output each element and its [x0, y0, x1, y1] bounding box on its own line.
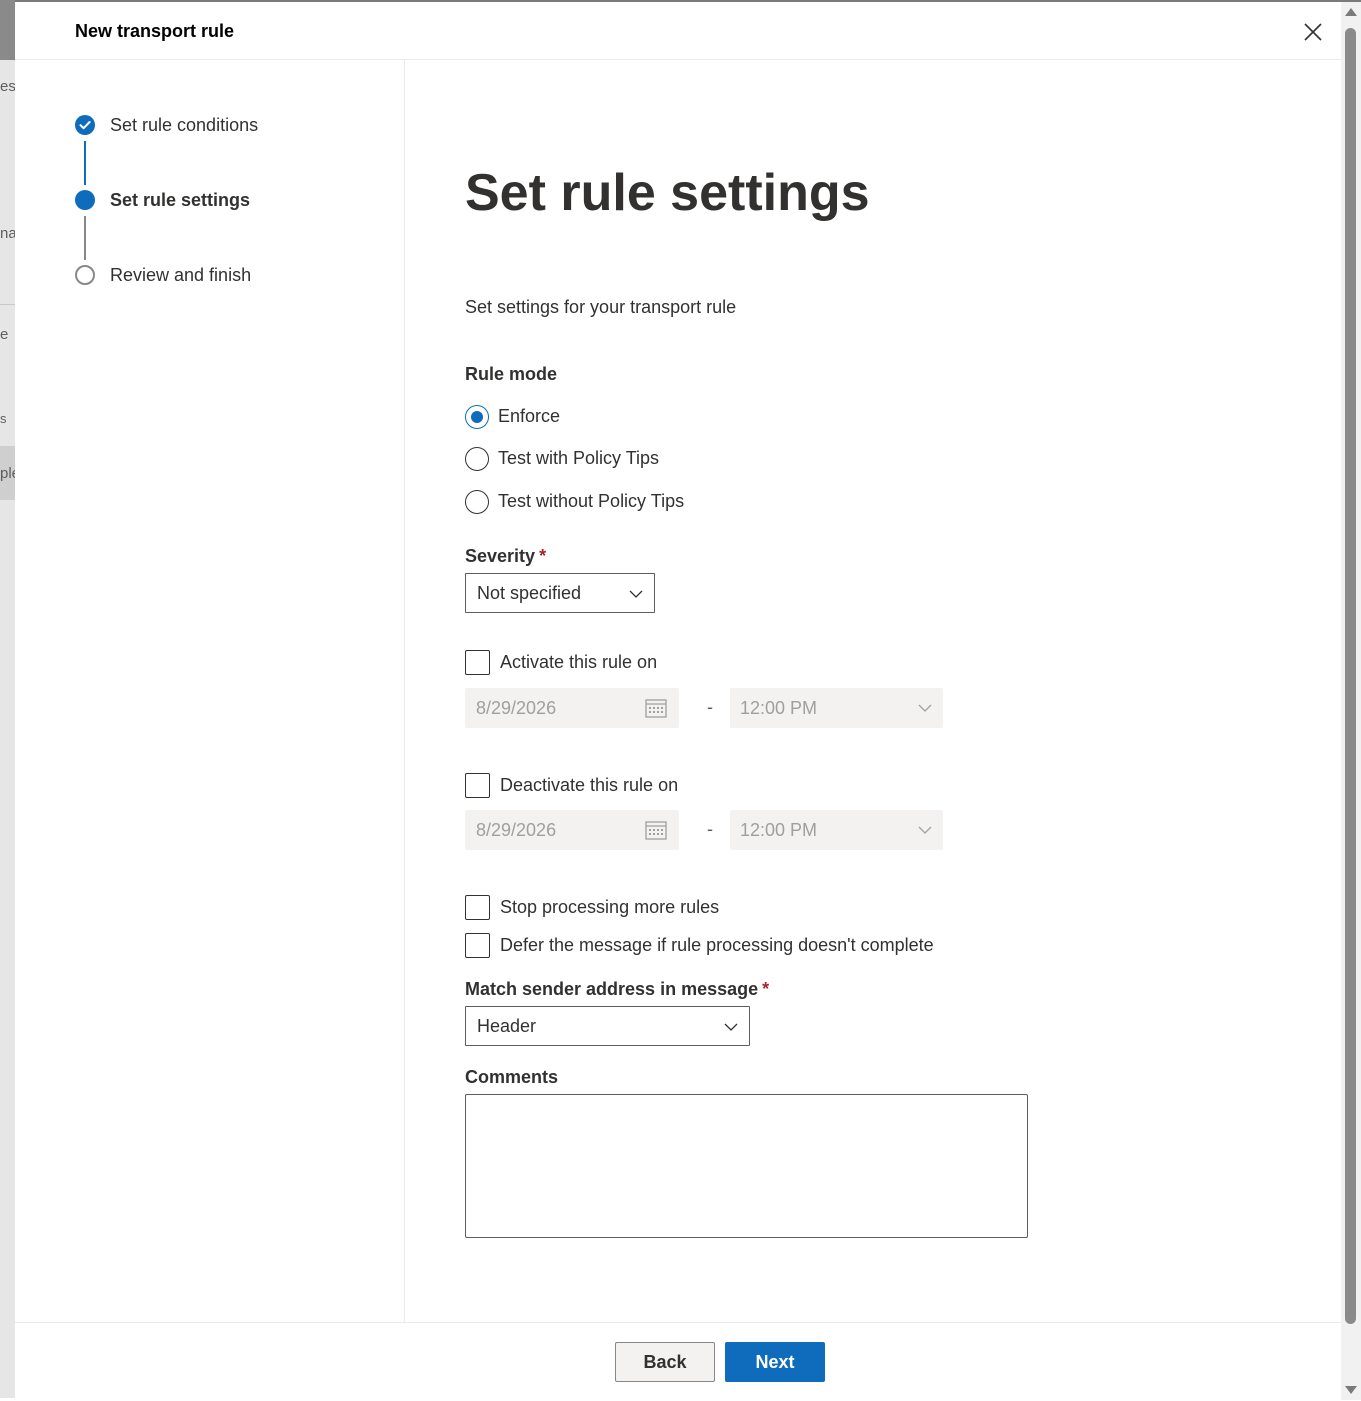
wizard-steps: Set rule conditions Set rule settings Re…	[15, 59, 405, 1322]
date-time-separator: -	[707, 819, 713, 839]
checkmark-circle-icon	[75, 115, 95, 135]
rule-mode-label: Rule mode	[465, 364, 558, 384]
match-sender-dropdown[interactable]: Header	[465, 1006, 750, 1046]
radio-label: Test with Policy Tips	[498, 448, 660, 468]
calendar-icon	[645, 699, 667, 718]
checkbox-label: Activate this rule on	[500, 652, 658, 672]
step-label: Set rule conditions	[110, 115, 259, 135]
match-sender-value: Header	[477, 1016, 537, 1036]
match-sender-label: Match sender address in message *	[465, 979, 769, 1000]
scroll-down-arrow-icon[interactable]	[1345, 1386, 1357, 1394]
background-divider	[0, 304, 15, 305]
chevron-down-icon	[629, 590, 643, 598]
activate-time-value: 12:00 PM	[740, 698, 818, 718]
step-label: Set rule settings	[110, 190, 251, 210]
step-connector	[84, 216, 86, 260]
activate-time-field: 12:00 PM	[730, 688, 943, 728]
deactivate-date-field: 8/29/2026	[465, 810, 679, 850]
panel-header: New transport rule	[15, 2, 1341, 60]
calendar-icon	[645, 821, 667, 840]
background-fragment: es	[0, 78, 15, 95]
back-button[interactable]: Back	[615, 1342, 715, 1382]
checkbox-label: Defer the message if rule processing doe…	[500, 935, 934, 955]
radio-unselected-icon	[465, 490, 489, 514]
panel-footer: Back Next	[15, 1322, 1341, 1401]
next-button[interactable]: Next	[725, 1342, 825, 1382]
activate-date-field: 8/29/2026	[465, 688, 679, 728]
scrollbar-thumb[interactable]	[1345, 28, 1356, 1324]
radio-unselected-icon	[465, 447, 489, 471]
date-time-separator: -	[707, 697, 713, 717]
chevron-down-icon	[918, 704, 932, 712]
severity-value: Not specified	[477, 583, 582, 603]
required-marker: *	[762, 979, 770, 999]
empty-circle-icon	[75, 265, 95, 285]
page-description: Set settings for your transport rule	[465, 297, 737, 317]
radio-label: Test without Policy Tips	[498, 491, 685, 511]
radio-selected-icon	[465, 405, 489, 429]
current-step-dot-icon	[75, 190, 95, 210]
step-connector	[84, 141, 86, 185]
radio-label: Enforce	[498, 406, 561, 426]
severity-dropdown[interactable]: Not specified	[465, 573, 655, 613]
match-sender-label-text: Match sender address in message	[465, 979, 759, 999]
deactivate-time-field: 12:00 PM	[730, 810, 943, 850]
checkbox-box	[465, 895, 490, 920]
activate-date-value: 8/29/2026	[476, 698, 557, 718]
background-page: es na e s ple	[0, 0, 15, 1398]
vertical-scrollbar[interactable]	[1341, 2, 1361, 1400]
severity-label: Severity *	[465, 546, 546, 567]
chevron-down-icon	[724, 1023, 738, 1031]
severity-label-text: Severity	[465, 546, 536, 566]
background-fragment: na	[0, 225, 15, 242]
new-transport-rule-panel: New transport rule Set rule conditions S…	[15, 0, 1361, 1401]
background-header-strip	[0, 0, 15, 60]
close-button[interactable]	[1301, 20, 1325, 44]
background-fragment: s	[0, 411, 7, 426]
checkbox-box	[465, 650, 490, 675]
checkbox-label: Stop processing more rules	[500, 897, 720, 917]
background-fragment: e	[0, 326, 9, 343]
checkbox-label: Deactivate this rule on	[500, 775, 679, 795]
checkbox-box	[465, 933, 490, 958]
comments-textarea[interactable]	[465, 1094, 1028, 1238]
checkbox-box	[465, 773, 490, 798]
step-label: Review and finish	[110, 265, 252, 285]
chevron-down-icon	[918, 826, 932, 834]
deactivate-date-value: 8/29/2026	[476, 820, 557, 840]
scroll-up-arrow-icon[interactable]	[1345, 8, 1357, 16]
required-marker: *	[539, 546, 547, 566]
close-icon	[1304, 23, 1322, 41]
comments-label: Comments	[465, 1067, 559, 1087]
page-title: Set rule settings	[465, 164, 870, 222]
background-fragment: ple	[0, 465, 15, 482]
panel-title: New transport rule	[75, 21, 235, 41]
deactivate-time-value: 12:00 PM	[740, 820, 818, 840]
